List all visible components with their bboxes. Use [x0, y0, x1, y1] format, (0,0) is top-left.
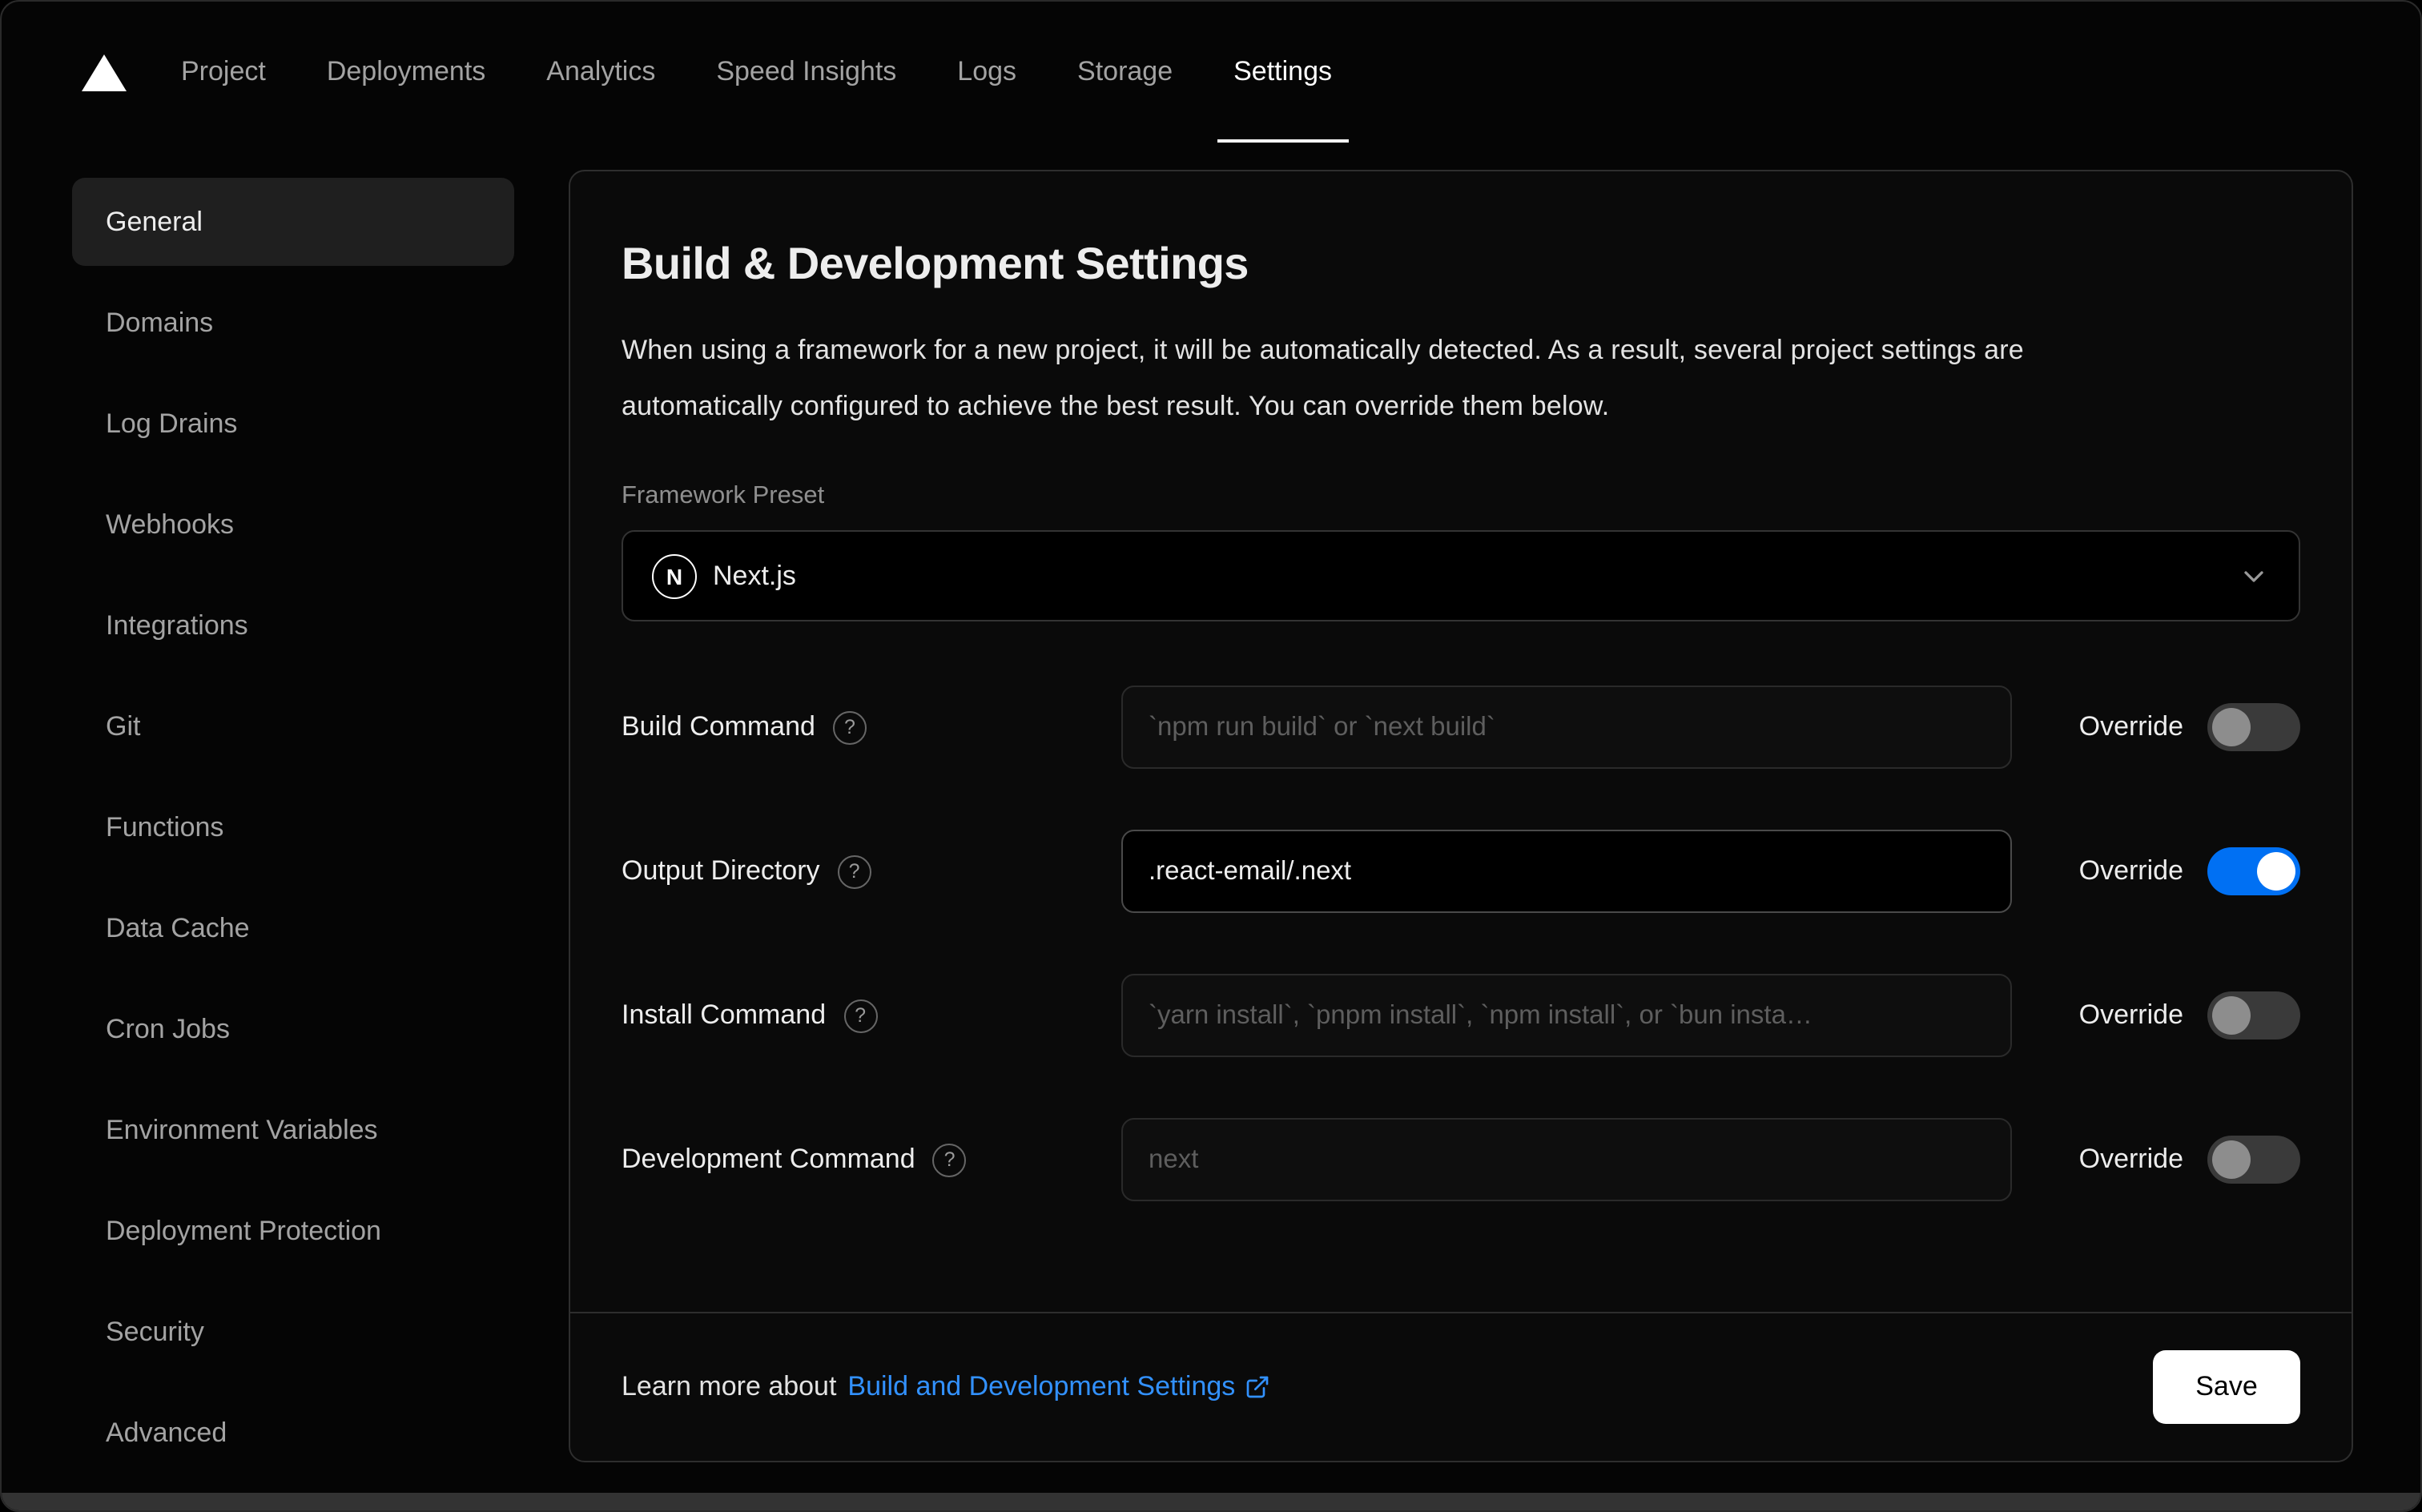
sidebar-item-environment-variables[interactable]: Environment Variables	[72, 1086, 514, 1174]
output-directory-row: Output Directory ? Override	[622, 830, 2300, 913]
framework-preset-label: Framework Preset	[622, 482, 825, 509]
development-command-input[interactable]	[1121, 1118, 2012, 1201]
development-command-label: Development Command	[622, 1144, 915, 1174]
sidebar-item-advanced[interactable]: Advanced	[72, 1389, 514, 1477]
sidebar-item-log-drains[interactable]: Log Drains	[72, 380, 514, 468]
toggle-knob	[2257, 852, 2295, 891]
help-icon[interactable]: ?	[837, 855, 871, 888]
field-label-group: Development Command ?	[622, 1143, 1121, 1176]
sidebar-item-functions[interactable]: Functions	[72, 783, 514, 871]
framework-preset-select[interactable]: N Next.js	[622, 530, 2300, 621]
override-label: Override	[2078, 711, 2183, 742]
build-command-override-toggle[interactable]	[2207, 703, 2300, 751]
override-label: Override	[2078, 855, 2183, 886]
build-command-input[interactable]	[1121, 686, 2012, 769]
tab-storage[interactable]: Storage	[1077, 2, 1173, 143]
install-command-label: Install Command	[622, 999, 827, 1030]
sidebar-item-deployment-protection[interactable]: Deployment Protection	[72, 1187, 514, 1275]
save-button[interactable]: Save	[2153, 1350, 2300, 1424]
card-footer: Learn more about Build and Development S…	[570, 1312, 2352, 1461]
toggle-knob	[2212, 708, 2251, 746]
sidebar-item-integrations[interactable]: Integrations	[72, 581, 514, 670]
field-label-group: Install Command ?	[622, 999, 1121, 1032]
development-command-override-toggle[interactable]	[2207, 1136, 2300, 1184]
docs-link-label: Build and Development Settings	[847, 1371, 1236, 1401]
sidebar-item-git[interactable]: Git	[72, 682, 514, 770]
sidebar-item-webhooks[interactable]: Webhooks	[72, 481, 514, 569]
tab-settings[interactable]: Settings	[1217, 2, 1350, 143]
toggle-knob	[2212, 996, 2251, 1035]
learn-more-text: Learn more about	[622, 1371, 837, 1401]
page-title: Build & Development Settings	[622, 239, 1249, 288]
help-icon[interactable]: ?	[843, 999, 878, 1032]
vercel-settings-window: Project Deployments Analytics Speed Insi…	[0, 0, 2422, 1512]
override-label: Override	[2078, 1144, 2183, 1174]
sidebar-item-security[interactable]: Security	[72, 1288, 514, 1376]
build-settings-card: Build & Development Settings When using …	[569, 170, 2353, 1462]
sidebar-item-general[interactable]: General	[72, 178, 514, 266]
development-command-row: Development Command ? Override	[622, 1118, 2300, 1201]
top-nav: Project Deployments Analytics Speed Insi…	[2, 2, 2420, 143]
sidebar-item-cron-jobs[interactable]: Cron Jobs	[72, 985, 514, 1073]
sidebar-item-data-cache[interactable]: Data Cache	[72, 884, 514, 972]
help-icon[interactable]: ?	[832, 710, 867, 744]
output-directory-input[interactable]	[1121, 830, 2012, 913]
external-link-icon	[1246, 1376, 1269, 1398]
build-command-row: Build Command ? Override	[622, 686, 2300, 769]
settings-sidebar: General Domains Log Drains Webhooks Inte…	[72, 178, 514, 1490]
page-description: When using a framework for a new project…	[622, 335, 2024, 421]
install-command-override-toggle[interactable]	[2207, 991, 2300, 1040]
tab-project[interactable]: Project	[181, 2, 266, 143]
tab-speed-insights[interactable]: Speed Insights	[716, 2, 896, 143]
nextjs-logo-icon: N	[652, 553, 697, 598]
field-label-group: Build Command ?	[622, 710, 1121, 744]
output-directory-label: Output Directory	[622, 855, 820, 886]
tab-deployments[interactable]: Deployments	[327, 2, 485, 143]
help-icon[interactable]: ?	[932, 1143, 967, 1176]
override-label: Override	[2078, 999, 2183, 1030]
window-bottom-edge	[2, 1493, 2420, 1510]
tab-logs[interactable]: Logs	[957, 2, 1016, 143]
build-settings-docs-link[interactable]: Build and Development Settings	[847, 1371, 1270, 1403]
toggle-knob	[2212, 1140, 2251, 1179]
tab-analytics[interactable]: Analytics	[546, 2, 655, 143]
build-command-label: Build Command	[622, 711, 815, 742]
field-label-group: Output Directory ?	[622, 855, 1121, 888]
install-command-input[interactable]	[1121, 974, 2012, 1057]
chevron-down-icon	[2238, 560, 2270, 592]
sidebar-item-domains[interactable]: Domains	[72, 279, 514, 367]
framework-preset-value: Next.js	[713, 560, 796, 590]
install-command-row: Install Command ? Override	[622, 974, 2300, 1057]
output-directory-override-toggle[interactable]	[2207, 847, 2300, 895]
vercel-logo-icon[interactable]	[82, 53, 127, 91]
